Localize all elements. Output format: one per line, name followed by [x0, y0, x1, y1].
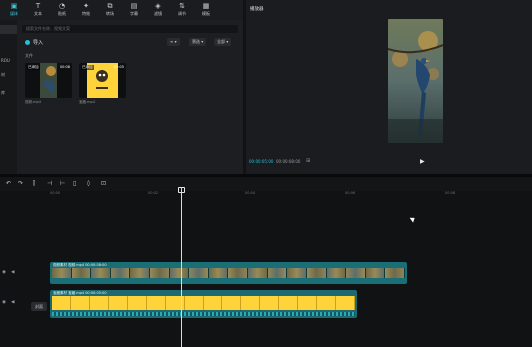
media-sidebar: ROU 材 库	[0, 20, 17, 174]
tab-effect[interactable]: ✦ 特效	[76, 2, 96, 19]
plus-icon	[25, 40, 30, 45]
split-left-icon[interactable]: ⊣	[47, 180, 52, 187]
tab-label: 调节	[178, 11, 186, 16]
audio-icon[interactable]: ◀	[11, 300, 14, 305]
template-icon: ▦	[202, 2, 210, 10]
ruler-label: 00:02	[148, 191, 159, 195]
tab-filter[interactable]: ◈ 滤镜	[148, 2, 168, 19]
ruler-label: 00:08	[445, 191, 456, 195]
view-toggle-button[interactable]: ≡ ▾	[167, 38, 180, 46]
player-title: 播放器	[250, 7, 264, 12]
redo-icon[interactable]: ↷	[18, 180, 23, 187]
mouse-cursor-icon	[409, 215, 417, 223]
tab-label: 模板	[202, 11, 210, 16]
eye-icon[interactable]: ◉	[2, 270, 6, 275]
clip-duration: 00:08	[59, 65, 70, 69]
tab-label: 滤镜	[154, 11, 162, 16]
media-panel: 搜索文件名称、视频文案 导入 ≡ ▾ 筛选 ▾ 全部 ▾ 文件 已添加 00:0…	[17, 20, 243, 174]
adjust-icon: ⇅	[179, 2, 185, 10]
preview-image	[388, 19, 443, 143]
tab-transition[interactable]: ⧉ 转场	[100, 2, 120, 19]
total-timecode: 00:00:08:00	[276, 159, 301, 164]
timeline-ruler[interactable]: 00:00 00:02 00:04 00:06 00:08	[48, 191, 532, 199]
caption-icon: ▤	[130, 2, 138, 10]
timeline-clip-logo[interactable]: 宝藏素材 宝藏.mp4 00:00:05:00	[50, 290, 357, 318]
effect-icon: ✦	[83, 2, 89, 10]
clip-name: 宝藏.mp4	[79, 100, 95, 104]
all-dropdown[interactable]: 全部 ▾	[214, 38, 232, 46]
ruler-label: 00:06	[345, 191, 356, 195]
clip-frames	[52, 268, 405, 278]
screenshot-icon[interactable]: ⊡	[101, 180, 106, 187]
sticker-icon: ◔	[58, 2, 66, 10]
tab-label: 媒体	[10, 11, 18, 16]
ruler-label: 00:04	[245, 191, 256, 195]
audio-waveform	[52, 312, 355, 316]
tab-text[interactable]: T 文本	[28, 2, 48, 19]
tab-template[interactable]: ▦ 模板	[196, 2, 216, 19]
sidebar-item-library[interactable]: 库	[0, 90, 17, 96]
eye-icon[interactable]: ◉	[2, 300, 6, 305]
tab-label: 转场	[106, 11, 114, 16]
sidebar-item-rou[interactable]: ROU	[0, 58, 17, 63]
audio-icon[interactable]: ◀	[11, 270, 14, 275]
tool-tabs: ▣ 媒体 T 文本 ◔ 贴纸 ✦ 特效 ⧉ 转场 ▤ 字幕 ◈ 滤镜 ⇅ 调节 …	[0, 0, 243, 20]
sidebar-item-local[interactable]	[0, 25, 17, 34]
tab-label: 贴纸	[58, 11, 66, 16]
import-button[interactable]: 导入	[25, 39, 43, 46]
tab-caption[interactable]: ▤ 字幕	[124, 2, 144, 19]
current-timecode: 00:00:05:00	[249, 159, 274, 164]
tab-adjust[interactable]: ⇅ 调节	[172, 2, 192, 19]
clip-frames	[52, 296, 355, 310]
split-icon[interactable]: ⫿	[33, 180, 35, 188]
clip-added-badge: 已添加	[81, 65, 94, 70]
preview-screen[interactable]	[388, 19, 443, 143]
playhead-line[interactable]	[181, 187, 182, 347]
tab-media[interactable]: ▣ 媒体	[4, 2, 24, 19]
timeline-toolbar: ↶ ↷ ⫿ ⊣ ⊢ ▯ ◊ ⊡	[0, 177, 532, 191]
sidebar-item-material[interactable]: 材	[0, 72, 17, 78]
undo-icon[interactable]: ↶	[6, 180, 11, 187]
tab-sticker[interactable]: ◔ 贴纸	[52, 2, 72, 19]
clip-duration: 00:05	[113, 65, 124, 69]
cover-button[interactable]: 封面	[31, 302, 47, 311]
timeline-clip-bird[interactable]: 视频素材 视频.mp4 00:00:08:00	[50, 262, 407, 284]
filter-button[interactable]: 筛选 ▾	[189, 38, 207, 46]
play-button[interactable]: ▶	[420, 158, 425, 165]
ruler-label: 00:00	[50, 191, 61, 195]
player-panel: 播放器 00:00:05:00 00:00:08:00 ⊞ ▶	[246, 0, 532, 174]
import-label: 导入	[33, 40, 44, 46]
tab-label: 字幕	[130, 11, 138, 16]
tab-label: 文本	[34, 11, 42, 16]
text-icon: T	[35, 2, 41, 10]
section-label: 文件	[25, 53, 33, 58]
transition-icon: ⧉	[107, 2, 113, 10]
grid-icon[interactable]: ⊞	[306, 158, 310, 164]
media-clip-bird[interactable]: 已添加 00:08	[25, 63, 72, 98]
shield-icon[interactable]: ◊	[87, 180, 90, 187]
split-right-icon[interactable]: ⊢	[60, 180, 65, 187]
clip-name: 视频.mp4	[25, 100, 41, 104]
media-clip-logo[interactable]: 已添加 00:05	[79, 63, 126, 98]
clip-added-badge: 已添加	[27, 65, 40, 70]
tab-label: 特效	[82, 11, 90, 16]
search-input[interactable]: 搜索文件名称、视频文案	[22, 25, 238, 33]
filter-icon: ◈	[155, 2, 161, 10]
delete-icon[interactable]: ▯	[73, 180, 76, 187]
media-icon: ▣	[10, 2, 18, 10]
